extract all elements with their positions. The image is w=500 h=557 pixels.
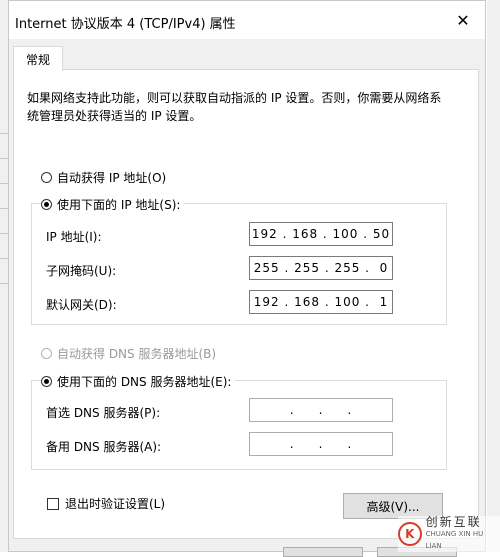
radio-auto-ip[interactable]: 自动获得 IP 地址(O) xyxy=(41,169,166,186)
watermark: K 创新互联 CHUANG XIN HU LIAN xyxy=(398,516,500,552)
validate-on-exit-label: 退出时验证设置(L) xyxy=(65,497,166,511)
alternate-dns-label: 备用 DNS 服务器(A): xyxy=(46,440,162,454)
checkbox-icon[interactable] xyxy=(47,497,59,510)
default-gateway-label: 默认网关(D): xyxy=(46,298,117,312)
ip-address-label: IP 地址(I): xyxy=(46,230,102,244)
radio-auto-dns-label: 自动获得 DNS 服务器地址(B) xyxy=(57,347,217,361)
brand-logo-icon: K xyxy=(398,522,422,546)
preferred-dns-label: 首选 DNS 服务器(P): xyxy=(46,406,161,420)
radio-manual-dns[interactable]: 使用下面的 DNS 服务器地址(E): xyxy=(41,373,236,390)
ip-address-input[interactable]: 192 . 168 . 100 . 50 xyxy=(249,222,393,246)
preferred-dns-input[interactable]: . . . xyxy=(249,398,393,422)
background-row xyxy=(0,133,8,148)
alternate-dns-input[interactable]: . . . xyxy=(249,432,393,456)
dns-group-box xyxy=(31,380,447,470)
tab-general[interactable]: 常规 xyxy=(13,46,63,71)
radio-button-icon[interactable] xyxy=(41,172,52,183)
radio-manual-dns-label: 使用下面的 DNS 服务器地址(E): xyxy=(57,375,232,389)
window-title: Internet 协议版本 4 (TCP/IPv4) 属性 xyxy=(15,17,236,32)
ok-button[interactable] xyxy=(283,547,363,557)
close-icon[interactable]: ✕ xyxy=(451,9,475,31)
tcpip-properties-dialog: Internet 协议版本 4 (TCP/IPv4) 属性 ✕ 常规 如果网络支… xyxy=(8,0,486,557)
background-row xyxy=(0,233,8,248)
background-row xyxy=(0,158,8,173)
radio-button-checked-icon[interactable] xyxy=(41,376,52,387)
subnet-mask-label: 子网掩码(U): xyxy=(46,264,117,278)
radio-manual-ip-label: 使用下面的 IP 地址(S): xyxy=(57,198,181,212)
background-row xyxy=(0,258,8,273)
radio-manual-ip[interactable]: 使用下面的 IP 地址(S): xyxy=(41,196,185,213)
background-row xyxy=(0,183,8,198)
watermark-brand-en: CHUANG XIN HU LIAN xyxy=(425,530,484,550)
radio-auto-ip-label: 自动获得 IP 地址(O) xyxy=(57,171,167,185)
subnet-mask-input[interactable]: 255 . 255 . 255 . 0 xyxy=(249,256,393,280)
default-gateway-input[interactable]: 192 . 168 . 100 . 1 xyxy=(249,290,393,314)
background-row xyxy=(0,208,8,223)
background-row xyxy=(0,283,8,298)
radio-button-checked-icon[interactable] xyxy=(41,199,52,210)
watermark-brand-cn: 创新互联 xyxy=(425,515,482,529)
background-window-edge-right xyxy=(487,0,500,552)
title-bar: Internet 协议版本 4 (TCP/IPv4) 属性 ✕ xyxy=(9,1,485,39)
radio-button-icon[interactable] xyxy=(41,348,52,359)
validate-on-exit-checkbox[interactable]: 退出时验证设置(L) xyxy=(47,495,165,512)
description-text: 如果网络支持此功能，则可以获取自动指派的 IP 设置。否则，你需要从网络系统管理… xyxy=(27,91,442,123)
radio-auto-dns[interactable]: 自动获得 DNS 服务器地址(B) xyxy=(41,345,216,362)
